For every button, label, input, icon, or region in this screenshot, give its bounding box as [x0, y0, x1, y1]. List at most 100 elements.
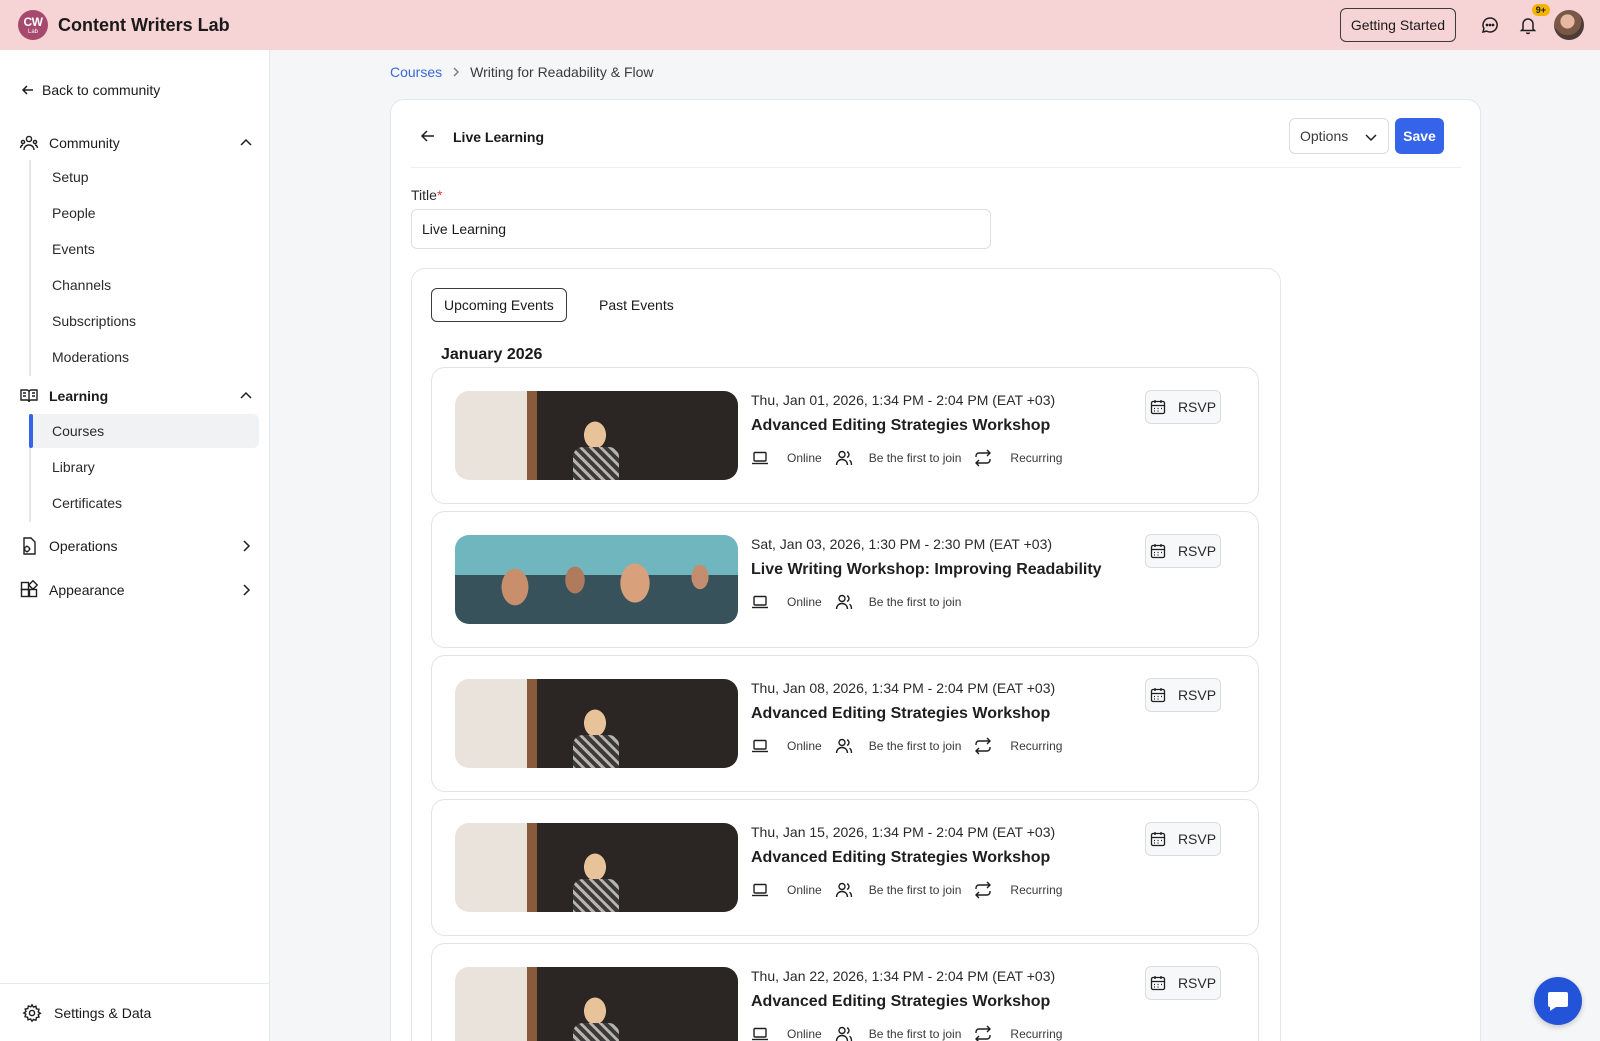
- sidebar-item-channels[interactable]: Channels: [31, 268, 259, 302]
- event-meta: Online Be the first to join: [751, 592, 973, 612]
- event-location-label: Online: [787, 1027, 822, 1041]
- chat-bubble-icon[interactable]: [1478, 13, 1502, 37]
- event-title[interactable]: Advanced Editing Strategies Workshop: [751, 849, 1050, 867]
- bell-icon[interactable]: 9+: [1516, 4, 1550, 37]
- community-sub-list: Setup People Events Channels Subscriptio…: [29, 160, 259, 376]
- tab-upcoming-events[interactable]: Upcoming Events: [431, 288, 567, 322]
- people-icon: [834, 1024, 863, 1041]
- options-dropdown[interactable]: Options: [1289, 118, 1389, 154]
- event-attendance: Be the first to join: [834, 1024, 961, 1041]
- rsvp-button[interactable]: RSVP: [1145, 966, 1221, 1000]
- chevron-up-icon: [240, 391, 252, 399]
- event-card[interactable]: Thu, Jan 22, 2026, 1:34 PM - 2:04 PM (EA…: [431, 943, 1259, 1041]
- event-location: Online: [751, 1025, 822, 1041]
- sidebar-item-events[interactable]: Events: [31, 232, 259, 266]
- people-icon: [834, 448, 863, 468]
- calendar-icon: [1150, 831, 1172, 847]
- sidebar-group-label: Learning: [49, 388, 109, 404]
- event-location-label: Online: [787, 595, 822, 609]
- event-cover-image: [455, 823, 738, 912]
- topbar-actions: Getting Started 9+: [1339, 0, 1584, 50]
- event-attendance: Be the first to join: [834, 736, 962, 756]
- sidebar-item-certificates[interactable]: Certificates: [31, 486, 259, 520]
- event-title[interactable]: Live Writing Workshop: Improving Readabi…: [751, 561, 1102, 579]
- rsvp-label: RSVP: [1177, 975, 1217, 991]
- breadcrumb-courses-link[interactable]: Courses: [390, 64, 442, 80]
- laptop-icon: [751, 593, 778, 611]
- event-card[interactable]: Sat, Jan 03, 2026, 1:30 PM - 2:30 PM (EA…: [431, 511, 1259, 648]
- event-recurrence-label: Recurring: [1010, 883, 1063, 897]
- back-arrow-icon[interactable]: [419, 127, 437, 145]
- notification-badge: 9+: [1531, 4, 1550, 16]
- event-date: Sat, Jan 03, 2026, 1:30 PM - 2:30 PM (EA…: [751, 536, 1053, 552]
- sidebar-group-label: Appearance: [49, 582, 125, 598]
- support-chat-button[interactable]: [1534, 977, 1582, 1025]
- event-attendance-label: Be the first to join: [868, 739, 962, 753]
- getting-started-button[interactable]: Getting Started: [1339, 8, 1456, 42]
- breadcrumb-current: Writing for Readability & Flow: [470, 64, 654, 80]
- rsvp-button[interactable]: RSVP: [1145, 534, 1221, 568]
- events-panel: Upcoming Events Past Events January 2026…: [411, 268, 1281, 1041]
- title-label-text: Title: [411, 187, 437, 203]
- top-bar: CW Lab Content Writers Lab Getting Start…: [0, 0, 1600, 50]
- save-button[interactable]: Save: [1395, 118, 1444, 154]
- sidebar-item-setup[interactable]: Setup: [31, 160, 259, 194]
- sidebar-item-people[interactable]: People: [31, 196, 259, 230]
- event-date: Thu, Jan 08, 2026, 1:34 PM - 2:04 PM (EA…: [751, 680, 1056, 696]
- event-recurrence: Recurring: [973, 736, 1062, 756]
- rsvp-label: RSVP: [1177, 543, 1217, 559]
- app-logo[interactable]: CW Lab: [18, 10, 48, 40]
- people-icon: [834, 736, 863, 756]
- title-input[interactable]: [411, 209, 991, 249]
- event-recurrence: Recurring: [973, 1024, 1062, 1041]
- event-cover-image: [455, 967, 738, 1041]
- month-heading: January 2026: [441, 346, 543, 363]
- event-date: Thu, Jan 15, 2026, 1:34 PM - 2:04 PM (EA…: [751, 824, 1056, 840]
- app-title[interactable]: Content Writers Lab: [58, 15, 230, 36]
- community-icon: [18, 132, 40, 154]
- event-location: Online: [751, 737, 822, 755]
- settings-data-link[interactable]: Settings & Data: [0, 983, 269, 1041]
- book-icon: [18, 385, 40, 407]
- sidebar-item-moderations[interactable]: Moderations: [31, 340, 259, 374]
- sidebar-item-courses[interactable]: Courses: [29, 414, 259, 448]
- laptop-icon: [751, 881, 778, 899]
- sidebar-item-subscriptions[interactable]: Subscriptions: [31, 304, 259, 338]
- chevron-up-icon: [240, 138, 252, 146]
- laptop-icon: [751, 449, 778, 467]
- event-title[interactable]: Advanced Editing Strategies Workshop: [751, 993, 1050, 1011]
- user-avatar[interactable]: [1554, 10, 1584, 40]
- tab-past-events[interactable]: Past Events: [587, 288, 686, 322]
- calendar-icon: [1150, 975, 1172, 991]
- event-card[interactable]: Thu, Jan 15, 2026, 1:34 PM - 2:04 PM (EA…: [431, 799, 1259, 936]
- chevron-down-icon: [1365, 134, 1377, 142]
- sidebar-group-operations[interactable]: Operations: [18, 531, 254, 561]
- event-cover-image: [455, 535, 738, 624]
- rsvp-button[interactable]: RSVP: [1145, 822, 1221, 856]
- sidebar-group-appearance[interactable]: Appearance: [18, 575, 254, 605]
- people-icon: [834, 592, 863, 612]
- event-location-label: Online: [787, 739, 822, 753]
- event-date: Thu, Jan 01, 2026, 1:34 PM - 2:04 PM (EA…: [751, 392, 1056, 408]
- back-to-community-link[interactable]: Back to community: [20, 82, 160, 98]
- calendar-icon: [1150, 543, 1172, 559]
- event-meta: Online Be the first to join Recurring: [751, 736, 1074, 756]
- logo-initials: CW: [23, 14, 44, 29]
- rsvp-button[interactable]: RSVP: [1145, 678, 1221, 712]
- event-location: Online: [751, 881, 822, 899]
- laptop-icon: [751, 1025, 778, 1041]
- event-attendance: Be the first to join: [834, 592, 961, 612]
- event-title[interactable]: Advanced Editing Strategies Workshop: [751, 417, 1050, 435]
- event-card[interactable]: Thu, Jan 08, 2026, 1:34 PM - 2:04 PM (EA…: [431, 655, 1259, 792]
- rsvp-button[interactable]: RSVP: [1145, 390, 1221, 424]
- event-recurrence-label: Recurring: [1010, 1027, 1063, 1041]
- arrow-left-icon: [21, 85, 33, 95]
- sidebar-group-learning[interactable]: Learning: [18, 381, 254, 411]
- chevron-right-icon: [243, 540, 251, 552]
- people-icon: [834, 880, 863, 900]
- sidebar-group-community[interactable]: Community: [18, 128, 254, 158]
- event-card[interactable]: Thu, Jan 01, 2026, 1:34 PM - 2:04 PM (EA…: [431, 367, 1259, 504]
- rsvp-label: RSVP: [1177, 687, 1217, 703]
- event-title[interactable]: Advanced Editing Strategies Workshop: [751, 705, 1050, 723]
- sidebar-item-library[interactable]: Library: [31, 450, 259, 484]
